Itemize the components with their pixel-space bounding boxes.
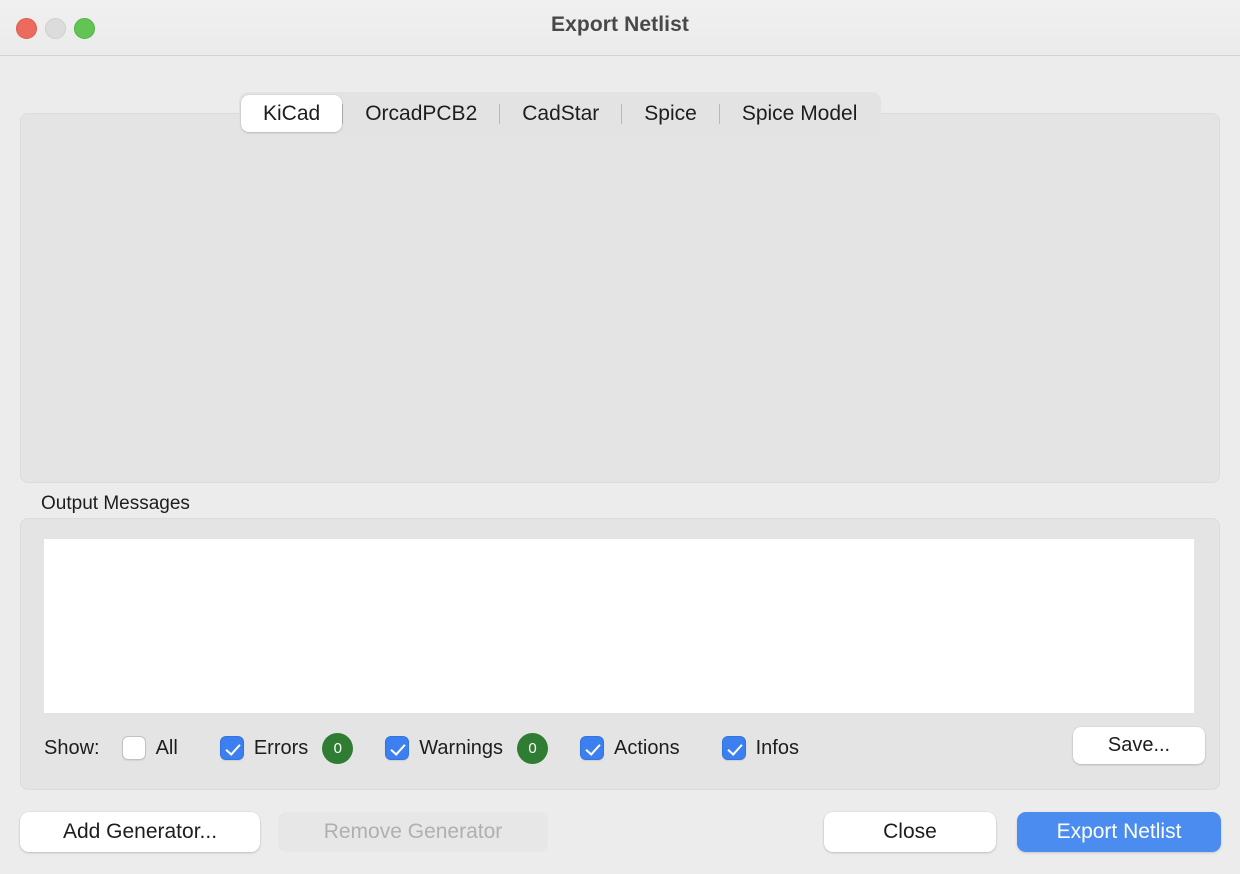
message-filter-row: Show: All Errors 0 Warnings 0 Actions In… <box>44 725 1199 771</box>
checkbox-actions[interactable] <box>580 736 605 760</box>
checkbox-warnings[interactable] <box>385 736 410 760</box>
filter-infos[interactable]: Infos <box>721 736 799 760</box>
tab-label: CadStar <box>522 101 600 125</box>
tab-cadstar[interactable]: CadStar <box>500 95 621 132</box>
dialog-footer: Add Generator... Remove Generator Close … <box>0 808 1240 874</box>
output-messages-group: Show: All Errors 0 Warnings 0 Actions In… <box>20 518 1220 790</box>
netlist-format-tabs: KiCad OrcadPCB2 CadStar Spice Spice Mode… <box>239 92 882 135</box>
filter-label: Infos <box>755 736 799 759</box>
add-generator-button[interactable]: Add Generator... <box>20 812 260 852</box>
save-messages-button[interactable]: Save... <box>1073 727 1205 764</box>
filter-label: All <box>155 736 178 759</box>
tab-kicad[interactable]: KiCad <box>241 95 343 132</box>
tab-label: OrcadPCB2 <box>365 101 478 125</box>
errors-count-badge: 0 <box>322 732 354 764</box>
export-netlist-button[interactable]: Export Netlist <box>1017 812 1221 852</box>
output-messages-label: Output Messages <box>41 493 190 514</box>
tab-label: KiCad <box>263 101 321 125</box>
remove-generator-button[interactable]: Remove Generator <box>278 812 548 852</box>
checkbox-infos[interactable] <box>721 736 746 760</box>
filter-all[interactable]: All <box>121 736 178 760</box>
close-button[interactable]: Close <box>824 812 996 852</box>
export-netlist-window: Export Netlist KiCad OrcadPCB2 CadStar S… <box>0 0 1240 874</box>
tab-spice-model[interactable]: Spice Model <box>720 95 880 132</box>
filter-errors[interactable]: Errors 0 <box>219 732 354 764</box>
warnings-count-badge: 0 <box>517 732 549 764</box>
checkbox-errors[interactable] <box>219 736 244 760</box>
tab-orcadpcb2[interactable]: OrcadPCB2 <box>343 95 499 132</box>
checkbox-all[interactable] <box>121 736 146 760</box>
tab-spice[interactable]: Spice <box>622 95 719 132</box>
filter-label: Actions <box>614 736 680 759</box>
tab-label: Spice Model <box>741 101 858 125</box>
filter-label: Warnings <box>419 736 504 759</box>
output-messages-text-area[interactable] <box>44 539 1194 713</box>
show-label: Show: <box>44 736 100 759</box>
filter-label: Errors <box>253 736 309 759</box>
filter-actions[interactable]: Actions <box>580 736 680 760</box>
filter-warnings[interactable]: Warnings 0 <box>385 732 549 764</box>
tab-label: Spice <box>644 101 697 125</box>
window-title: Export Netlist <box>551 13 689 36</box>
title-bar: Export Netlist <box>0 0 1240 56</box>
tab-content-panel <box>20 113 1220 483</box>
